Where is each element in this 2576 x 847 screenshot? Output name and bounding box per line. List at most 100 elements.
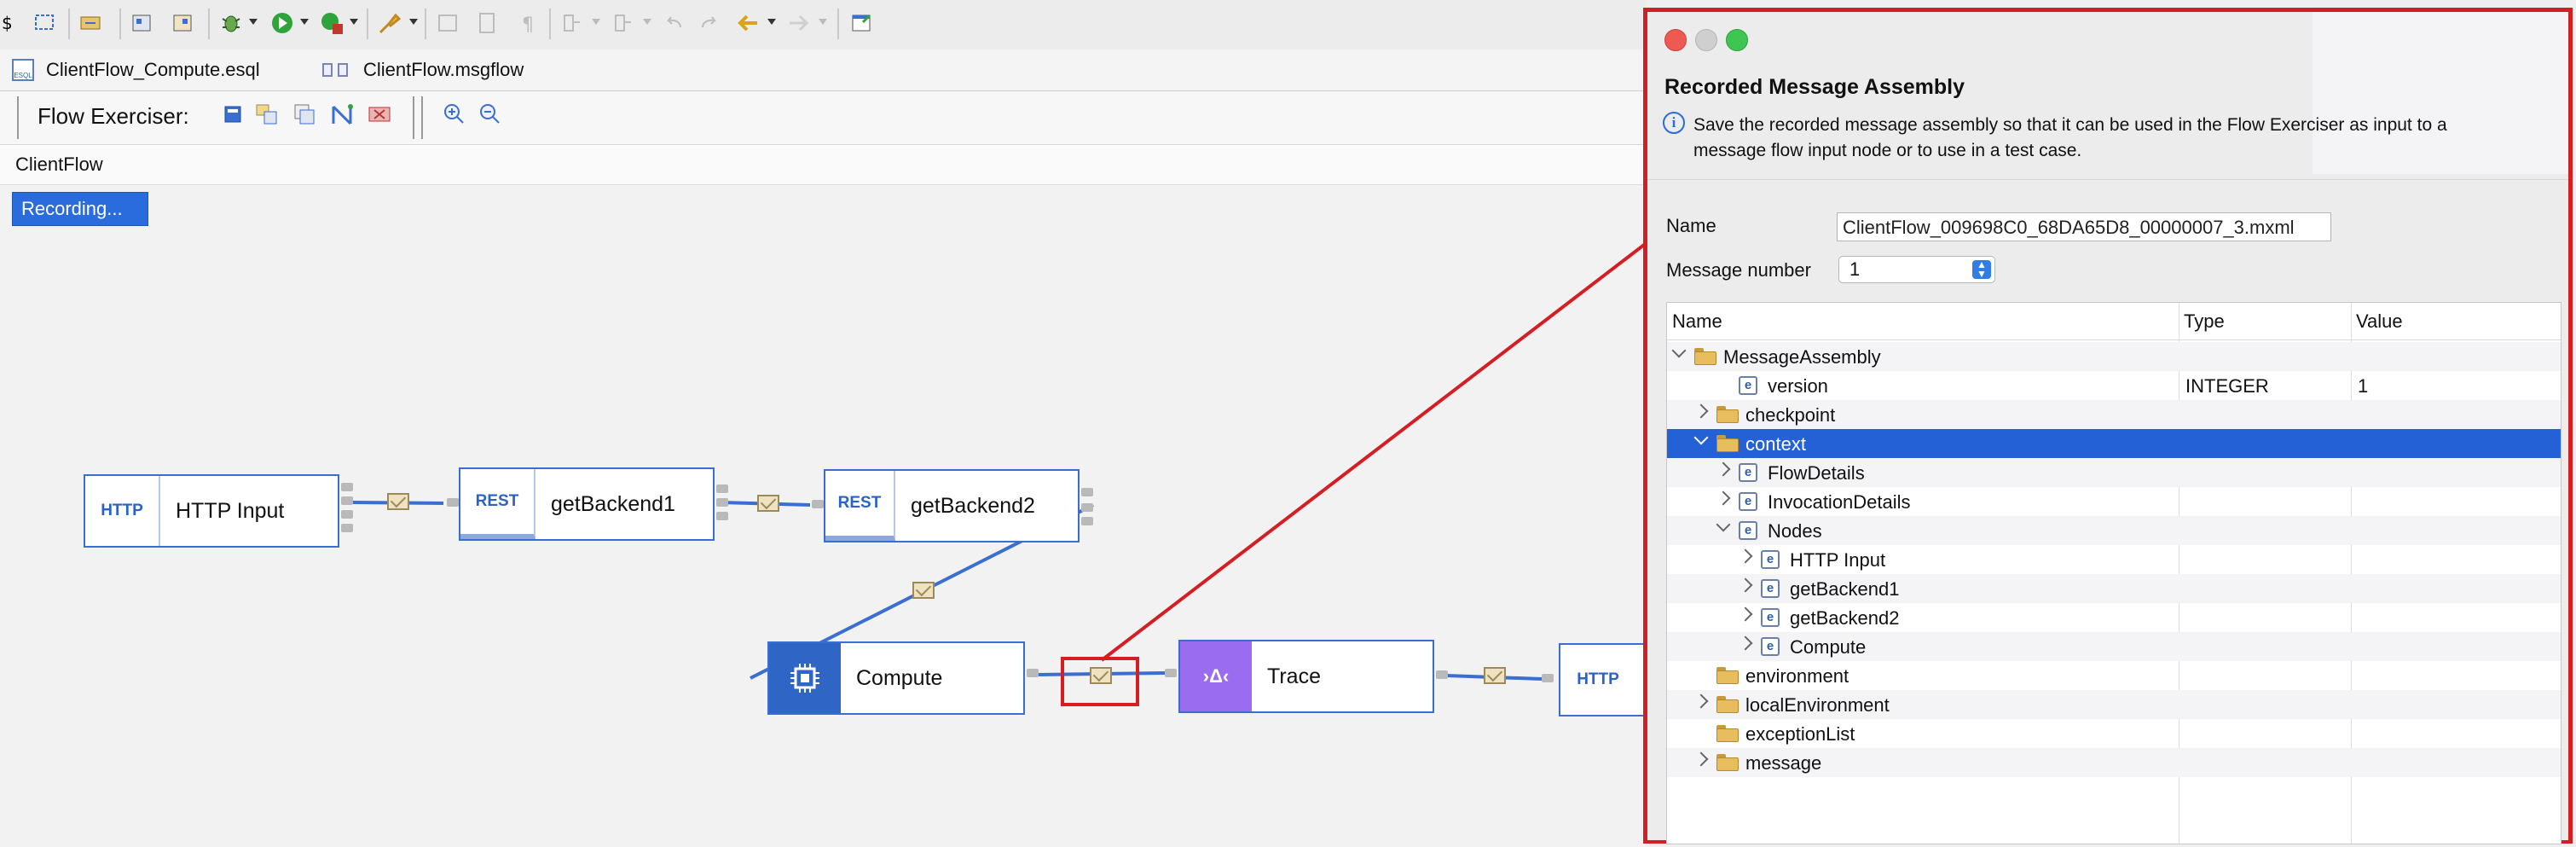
tree-row[interactable]: environment (1667, 661, 2561, 690)
node-http-reply[interactable]: HTTP (1559, 643, 1653, 716)
tree-row[interactable]: checkpoint (1667, 400, 2561, 429)
output-terminal[interactable] (716, 498, 728, 507)
node-getbackend1[interactable]: REST getBackend1 (459, 467, 715, 541)
recorded-message-assembly-dialog: Recorded Message Assembly i Save the rec… (1643, 8, 2573, 844)
node-label: Compute (856, 665, 943, 690)
rest-node-icon: REST (825, 471, 895, 541)
tree-row[interactable]: context (1667, 429, 2561, 458)
column-header-type[interactable]: Type (2179, 303, 2351, 340)
chevron-right-icon[interactable] (1738, 548, 1753, 564)
node-http-input[interactable]: HTTP HTTP Input (84, 474, 339, 548)
tree-row[interactable]: exceptionList (1667, 719, 2561, 748)
element-icon: e (1761, 550, 1780, 569)
element-icon: e (1739, 521, 1757, 540)
folder-icon (1716, 435, 1739, 452)
tree-row[interactable]: e getBackend1 (1667, 574, 2561, 603)
tree-item-label: Compute (1790, 636, 1867, 658)
tree-row[interactable]: e getBackend2 (1667, 603, 2561, 632)
stepper-arrows-icon[interactable]: ▲ ▼ (1972, 259, 1991, 279)
element-icon: e (1739, 463, 1757, 482)
folder-icon (1694, 348, 1716, 365)
column-header-name[interactable]: Name (1667, 303, 2179, 340)
folder-icon (1716, 667, 1739, 684)
node-trace[interactable]: ›Δ‹ Trace (1178, 640, 1434, 713)
chevron-right-icon[interactable] (1716, 490, 1731, 506)
element-icon: e (1739, 376, 1757, 395)
tree-row[interactable]: e InvocationDetails (1667, 487, 2561, 516)
message-envelope-icon[interactable] (912, 582, 935, 599)
message-number-select[interactable]: 1 ▲ ▼ (1838, 256, 1995, 283)
chevron-right-icon[interactable] (1738, 635, 1753, 651)
folder-icon (1716, 696, 1739, 713)
output-terminal[interactable] (341, 483, 353, 491)
element-icon: e (1761, 608, 1780, 627)
trace-node-icon: ›Δ‹ (1180, 641, 1252, 711)
element-icon: e (1761, 637, 1780, 656)
tree-row[interactable]: message (1667, 748, 2561, 777)
tree-row[interactable]: e FlowDetails (1667, 458, 2561, 487)
tree-item-value: 1 (2358, 375, 2369, 397)
tree-item-label: Nodes (1768, 520, 1822, 542)
close-window-button[interactable] (1664, 29, 1687, 51)
element-icon: e (1739, 492, 1757, 511)
node-getbackend2[interactable]: REST getBackend2 (824, 469, 1080, 542)
chevron-right-icon[interactable] (1693, 403, 1709, 419)
input-terminal[interactable] (447, 498, 459, 507)
chevron-down-icon[interactable] (1716, 517, 1731, 532)
tree-row[interactable]: e version INTEGER 1 (1667, 371, 2561, 400)
flow-wires (352, 241, 1646, 681)
minimize-window-button[interactable] (1695, 29, 1717, 51)
output-terminal[interactable] (341, 510, 353, 519)
output-terminal[interactable] (716, 512, 728, 520)
output-terminal[interactable] (341, 496, 353, 505)
node-label: HTTP Input (176, 498, 285, 523)
chevron-right-icon[interactable] (1693, 693, 1709, 709)
node-compute[interactable]: Compute (767, 641, 1025, 715)
output-terminal[interactable] (1436, 670, 1448, 679)
tree-row[interactable]: e Nodes (1667, 516, 2561, 545)
compute-node-icon (769, 643, 841, 713)
name-label: Name (1666, 215, 1716, 236)
tree-item-type: INTEGER (2185, 375, 2269, 397)
http-node-icon: HTTP (1577, 670, 1619, 688)
tree-item-label: checkpoint (1745, 404, 1836, 426)
maximize-window-button[interactable] (1726, 29, 1748, 51)
chevron-down-icon[interactable] (1693, 430, 1709, 445)
tree-row[interactable]: MessageAssembly (1667, 342, 2561, 371)
column-header-value[interactable]: Value (2351, 303, 2561, 340)
chevron-right-icon[interactable] (1738, 606, 1753, 622)
tree-row[interactable]: localEnvironment (1667, 690, 2561, 719)
tree-item-label: exceptionList (1745, 723, 1855, 745)
output-terminal[interactable] (1081, 517, 1093, 525)
message-assembly-tree[interactable]: Name Type Value MessageAssembly e version I… (1666, 302, 2562, 844)
message-envelope-icon[interactable] (1484, 667, 1506, 684)
output-terminal[interactable] (1081, 503, 1093, 512)
chevron-right-icon[interactable] (1738, 577, 1753, 593)
message-number-value: 1 (1850, 258, 1861, 280)
http-node-icon: HTTP (85, 476, 160, 546)
tree-row[interactable]: e HTTP Input (1667, 545, 2561, 574)
tree-item-label: getBackend2 (1790, 607, 1900, 629)
chevron-right-icon[interactable] (1716, 461, 1731, 477)
dialog-description: Save the recorded message assembly so th… (1693, 115, 2447, 160)
node-label: getBackend2 (911, 493, 1035, 518)
message-envelope-icon[interactable] (1090, 667, 1112, 684)
node-label: Trace (1267, 664, 1321, 688)
input-terminal[interactable] (812, 500, 824, 508)
tree-item-label: FlowDetails (1768, 462, 1865, 484)
tree-item-label: InvocationDetails (1768, 491, 1911, 513)
tree-item-label: MessageAssembly (1723, 346, 1881, 368)
chevron-right-icon[interactable] (1693, 751, 1709, 767)
output-terminal[interactable] (716, 484, 728, 493)
name-field[interactable]: ClientFlow_009698C0_68DA65D8_00000007_3.… (1837, 212, 2331, 241)
tree-item-label: getBackend1 (1790, 578, 1900, 600)
message-envelope-icon[interactable] (757, 495, 779, 512)
input-terminal[interactable] (1165, 669, 1177, 677)
message-envelope-icon[interactable] (387, 493, 409, 510)
chevron-down-icon[interactable] (1671, 343, 1687, 358)
tree-row[interactable]: e Compute (1667, 632, 2561, 661)
input-terminal[interactable] (1542, 674, 1554, 682)
output-terminal[interactable] (341, 524, 353, 532)
output-terminal[interactable] (1081, 488, 1093, 496)
output-terminal[interactable] (1027, 669, 1039, 677)
